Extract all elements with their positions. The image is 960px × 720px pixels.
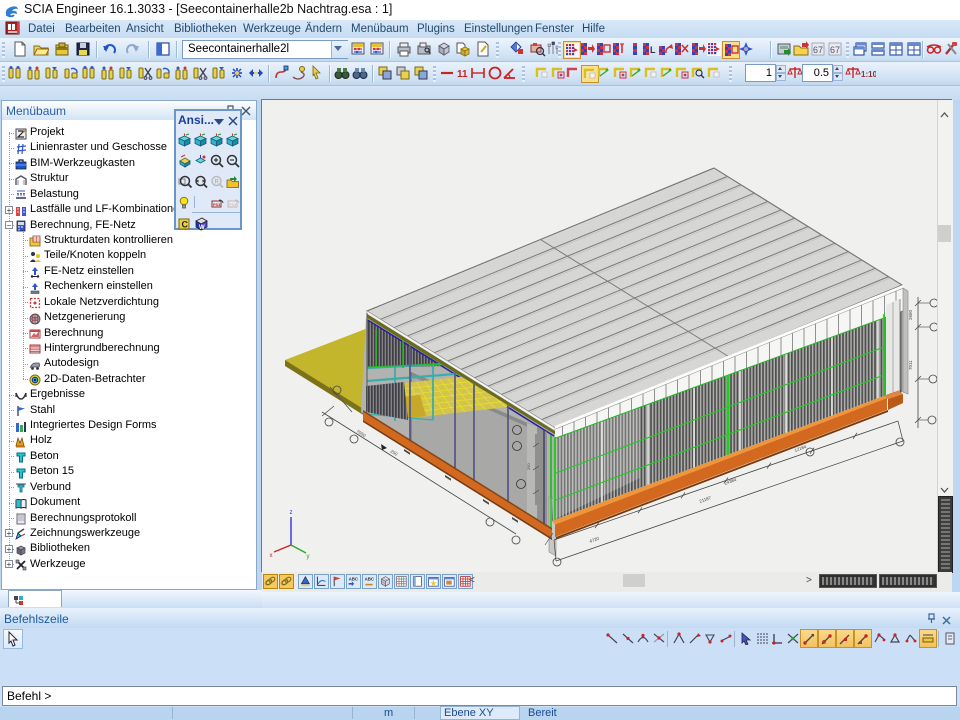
svg-text:250: 250 <box>389 449 398 457</box>
svg-text:21187: 21187 <box>699 495 713 504</box>
svg-text:R: R <box>215 180 220 186</box>
svg-text:67: 67 <box>813 45 823 55</box>
svg-text:C: C <box>182 220 189 230</box>
svg-text:7011: 7011 <box>908 360 913 370</box>
svg-text:11: 11 <box>457 69 468 80</box>
svg-text:250: 250 <box>526 463 531 470</box>
svg-text:67: 67 <box>830 45 840 55</box>
svg-text:24384: 24384 <box>724 477 738 486</box>
svg-text:12184: 12184 <box>794 444 808 453</box>
svg-text:x: x <box>270 553 273 559</box>
svg-text:PS3: PS3 <box>213 203 220 207</box>
svg-text:1:10: 1:10 <box>861 70 876 79</box>
svg-text:y: y <box>307 554 310 560</box>
svg-text:2660: 2660 <box>908 309 913 320</box>
svg-text:L: L <box>650 45 656 55</box>
svg-text:W: W <box>199 225 205 231</box>
svg-text:ABC: ABC <box>349 577 359 582</box>
svg-text:ABC: ABC <box>365 577 375 582</box>
svg-text:4720: 4720 <box>589 536 601 544</box>
svg-text:PS3: PS3 <box>229 203 236 207</box>
svg-text:z: z <box>290 510 293 516</box>
